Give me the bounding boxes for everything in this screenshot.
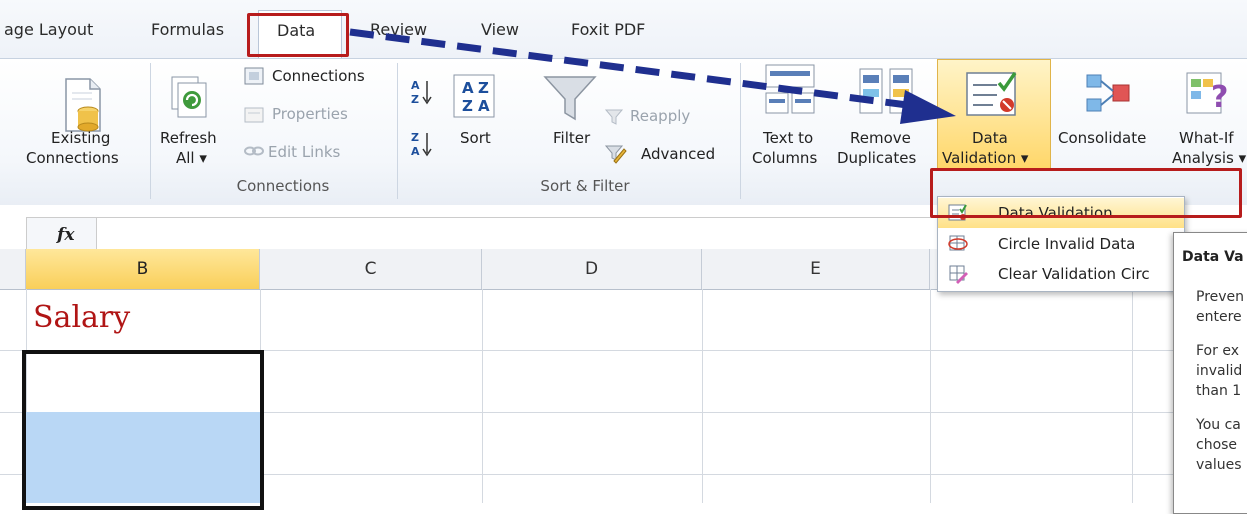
tooltip-line: invalid (1196, 363, 1243, 379)
menu-item-label: Clear Validation Circ (998, 265, 1150, 283)
tooltip-line: entere (1196, 309, 1242, 325)
tooltip-line: You ca (1196, 417, 1241, 433)
tooltip-line: For ex (1196, 343, 1239, 359)
menu-item-clear-validation-circles[interactable]: Clear Validation Circ (938, 259, 1184, 289)
tooltip-line: Preven (1196, 289, 1245, 305)
tooltip-line: chose (1196, 437, 1238, 453)
data-validation-menu-highlight-box (930, 168, 1242, 218)
circle-invalid-data-icon (948, 235, 968, 251)
clear-validation-circles-icon (949, 265, 968, 284)
menu-item-circle-invalid-data[interactable]: Circle Invalid Data (938, 229, 1184, 259)
tooltip-line: than 1 (1196, 383, 1242, 399)
tooltip-line: values (1196, 457, 1242, 473)
menu-item-label: Circle Invalid Data (998, 235, 1136, 253)
data-validation-tooltip: Data Va Preven entere For ex invalid tha… (1173, 232, 1247, 514)
tooltip-title: Data Va (1182, 249, 1244, 265)
